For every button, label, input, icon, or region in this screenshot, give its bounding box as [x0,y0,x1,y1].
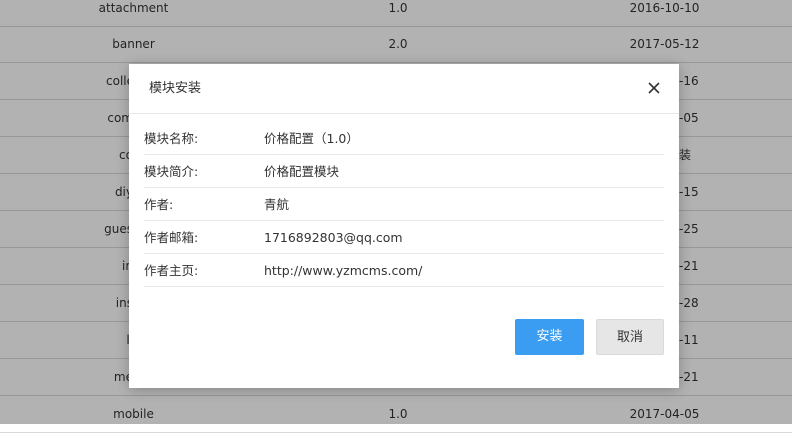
info-value: 价格配置（1.0） [264,131,359,146]
info-label: 作者主页: [144,263,199,278]
info-value: 1716892803@qq.com [264,230,403,245]
info-row-description: 模块简介: 价格配置模块 [144,155,664,188]
info-label: 作者: [144,197,174,212]
dialog-title: 模块安装 [149,81,202,96]
install-button[interactable]: 安装 [515,319,584,355]
info-label: 模块简介: [144,164,199,179]
info-label: 作者邮箱: [144,230,199,245]
dialog-header: 模块安装 [129,64,679,114]
close-icon[interactable] [645,79,663,97]
module-info-list: 模块名称: 价格配置（1.0） 模块简介: 价格配置模块 作者: 青航 作者邮箱… [144,122,664,287]
cancel-button[interactable]: 取消 [596,319,664,355]
info-row-author: 作者: 青航 [144,188,664,221]
info-value: http://www.yzmcms.com/ [264,263,423,278]
module-install-dialog: 模块安装 模块名称: 价格配置（1.0） 模块简介: 价格配置模块 作者: 青航… [129,64,679,388]
info-label: 模块名称: [144,131,199,146]
info-value: 价格配置模块 [264,164,340,179]
info-row-name: 模块名称: 价格配置（1.0） [144,122,664,155]
info-row-homepage: 作者主页: http://www.yzmcms.com/ [144,254,664,287]
info-value: 青航 [264,197,290,212]
info-row-email: 作者邮箱: 1716892803@qq.com [144,221,664,254]
